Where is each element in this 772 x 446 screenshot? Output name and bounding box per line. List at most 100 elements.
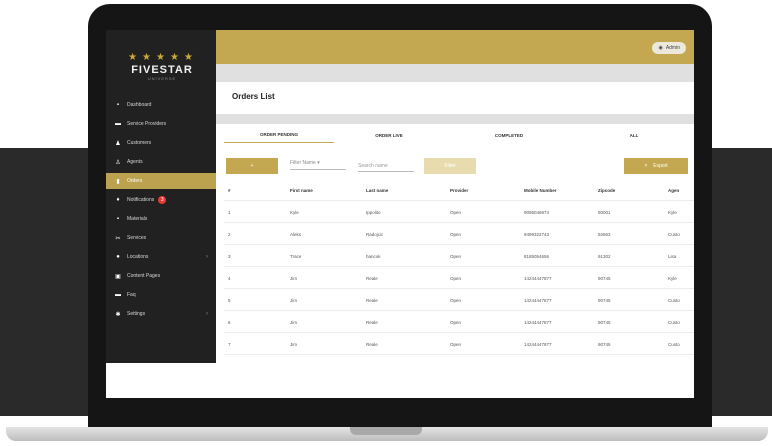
cell-provider: Open [450, 342, 462, 347]
people-icon: ♟ [115, 140, 121, 147]
cell-first-name: Aleks [290, 232, 302, 237]
sidebar-item-label: Agents [127, 159, 143, 165]
column-header-agent[interactable]: Agen [668, 188, 679, 193]
admin-menu-button[interactable]: ◉ Admin [652, 42, 686, 54]
cell-mobile: 9499322743 [524, 232, 550, 237]
sidebar-item-label: Locations [127, 254, 149, 260]
cell-last-name: Reale [366, 298, 378, 303]
background-band-right [712, 148, 772, 416]
bell-icon: ♦ [116, 197, 120, 203]
tab-completed[interactable]: COMPLETED [444, 127, 574, 143]
top-bar: ◉ Admin [216, 30, 694, 64]
cell-agent: Kyle [668, 276, 677, 281]
cell-mobile: 9095046974 [524, 210, 550, 215]
sidebar-item-label: Materials [127, 216, 148, 222]
cell-first-name: Jim [290, 298, 297, 303]
row-divider [224, 310, 694, 311]
chevron-right-icon: › [206, 311, 208, 317]
sidebar-item-content-pages[interactable]: ▣ Content Pages [106, 268, 216, 284]
filter-button[interactable]: Filter [424, 158, 476, 174]
person-icon: ♙ [115, 159, 121, 166]
tab-all[interactable]: ALL [574, 127, 694, 143]
cell-agent: Custo [668, 298, 680, 303]
search-name-input[interactable] [358, 160, 414, 172]
cell-index: 4 [228, 276, 231, 281]
cell-first-name: Jim [290, 276, 297, 281]
chevron-right-icon: › [206, 254, 208, 260]
sidebar-item-label: Settings [127, 311, 146, 317]
cell-zipcode: 92663 [598, 232, 611, 237]
filter-name-select[interactable]: Filter Name ▾ [290, 160, 346, 170]
laptop-base-notch [350, 427, 422, 435]
subheader-bar [216, 64, 694, 82]
brand-logo: FIVESTAR [131, 64, 193, 76]
app-screen: ★★★★★ FIVESTAR UNIVERSE ▪ Dashboard ▬ Se… [106, 30, 694, 398]
tools-icon: ✂ [115, 235, 121, 242]
cell-index: 3 [228, 254, 231, 259]
gear-icon: ✱ [115, 311, 121, 318]
export-button[interactable]: × Export [624, 158, 688, 174]
sidebar-item-label: Orders [127, 178, 143, 184]
cell-provider: Open [450, 254, 462, 259]
brand-stars: ★★★★★ [128, 52, 198, 63]
tab-order-pending[interactable]: ORDER PENDING [224, 127, 334, 143]
chat-icon: ▬ [115, 292, 121, 298]
cell-agent: Custo [668, 342, 680, 347]
column-header-mobile-number[interactable]: Mobile Number [524, 188, 557, 193]
sidebar-item-customers[interactable]: ♟ Customers [106, 135, 216, 151]
column-header-zipcode[interactable]: Zipcode [598, 188, 615, 193]
cell-zipcode: 90745 [598, 320, 611, 325]
cell-first-name: Jim [290, 342, 297, 347]
brand-subtitle: UNIVERSE [147, 76, 177, 81]
grid-icon: ▪ [116, 216, 120, 222]
page-title: Orders List [232, 92, 275, 101]
cell-zipcode: 90745 [598, 298, 611, 303]
sidebar-item-settings[interactable]: ✱ Settings › [106, 306, 216, 322]
grid-icon: ▪ [116, 102, 120, 108]
screen-blank-area [106, 363, 694, 398]
cell-mobile: 8185054656 [524, 254, 550, 259]
sidebar-item-locations[interactable]: ● Locations › [106, 249, 216, 265]
cell-agent: Lisa [668, 254, 677, 259]
cell-zipcode: 90745 [598, 342, 611, 347]
cell-mobile: 14244447877 [524, 320, 552, 325]
document-icon: ▮ [116, 178, 120, 185]
sidebar-item-label: Dashboard [127, 102, 152, 108]
cell-zipcode: 90001 [598, 210, 611, 215]
tab-order-live[interactable]: ORDER LIVE [334, 127, 444, 143]
sidebar-item-service-providers[interactable]: ▬ Service Providers [106, 116, 216, 132]
cell-agent: Custo [668, 232, 680, 237]
cell-provider: Open [450, 298, 462, 303]
column-header-last-name[interactable]: Last name [366, 188, 388, 193]
sidebar-item-faq[interactable]: ▬ Faq [106, 287, 216, 303]
sidebar-item-materials[interactable]: ▪ Materials [106, 211, 216, 227]
cell-index: 6 [228, 320, 231, 325]
cell-last-name: Ippolito [366, 210, 381, 215]
cell-last-name: Reale [366, 320, 378, 325]
cell-provider: Open [450, 232, 462, 237]
sidebar-item-services[interactable]: ✂ Services [106, 230, 216, 246]
column-header-first-name[interactable]: First name [290, 188, 313, 193]
add-order-button[interactable]: + [226, 158, 278, 174]
cell-agent: Custo [668, 320, 680, 325]
row-divider [224, 354, 694, 355]
sidebar-item-label: Service Providers [127, 121, 167, 127]
sidebar-item-agents[interactable]: ♙ Agents [106, 154, 216, 170]
sidebar-item-orders[interactable]: ▮ Orders [106, 173, 216, 189]
cell-index: 1 [228, 210, 231, 215]
cell-mobile: 14244447877 [524, 276, 552, 281]
cell-agent: Kyle [668, 210, 677, 215]
cell-first-name: Trace [290, 254, 302, 259]
export-label: Export [653, 163, 668, 169]
column-header-provider[interactable]: Provider [450, 188, 468, 193]
row-divider [224, 332, 694, 333]
cell-provider: Open [450, 210, 462, 215]
sidebar-item-dashboard[interactable]: ▪ Dashboard [106, 97, 216, 113]
sidebar-item-label: Services [127, 235, 147, 241]
sidebar-item-notifications[interactable]: ♦ Notifications 3 [106, 192, 216, 208]
cell-zipcode: 91302 [598, 254, 611, 259]
sidebar: ★★★★★ FIVESTAR UNIVERSE ▪ Dashboard ▬ Se… [106, 30, 216, 363]
admin-label: Admin [665, 45, 680, 51]
row-divider [224, 244, 694, 245]
header-divider [224, 200, 694, 201]
